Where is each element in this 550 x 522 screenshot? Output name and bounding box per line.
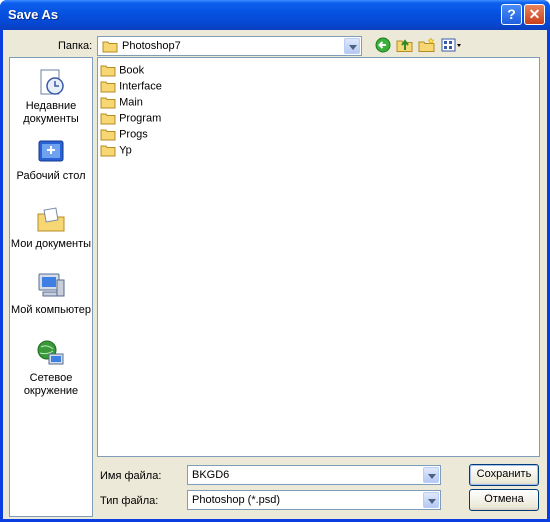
help-button[interactable]: ? — [501, 4, 522, 25]
filename-label: Имя файла: — [100, 470, 162, 482]
save-button[interactable]: Сохранить — [469, 464, 539, 486]
folder-icon — [100, 129, 116, 141]
folder-icon — [100, 145, 116, 157]
cancel-button[interactable]: Отмена — [469, 489, 539, 511]
folder-icon — [100, 81, 116, 93]
views-icon[interactable] — [441, 37, 463, 53]
places-bar: Недавние документы Рабочий стол Мои доку… — [9, 57, 93, 517]
places-label: Рабочий стол — [16, 170, 86, 182]
dialog-body: Папка: Photoshop7 Недавние документы Раб… — [3, 30, 547, 519]
folder-icon — [100, 97, 116, 109]
folder-item[interactable]: Main — [100, 96, 143, 112]
filetype-value: Photoshop (*.psd) — [192, 494, 281, 506]
filename-dropdown-button[interactable] — [423, 467, 439, 483]
look-in-label: Папка: — [58, 40, 93, 52]
folder-item[interactable]: Progs — [100, 128, 148, 144]
folder-item[interactable]: Yp — [100, 144, 132, 160]
filename-value: BKGD6 — [192, 469, 230, 481]
close-button[interactable]: ✕ — [524, 4, 545, 25]
recent-documents-icon — [40, 69, 64, 95]
places-recent-documents[interactable]: Недавние документы — [10, 66, 92, 126]
new-folder-icon[interactable] — [418, 37, 436, 53]
places-network[interactable]: Сетевое окружение — [10, 338, 92, 398]
filetype-select[interactable]: Photoshop (*.psd) — [187, 490, 441, 510]
places-label: Сетевое окружение — [23, 372, 79, 397]
folder-item[interactable]: Program — [100, 112, 161, 128]
folder-item[interactable]: Interface — [100, 80, 162, 96]
window-title: Save As — [8, 7, 59, 22]
look-in-dropdown-button[interactable] — [344, 38, 360, 54]
up-folder-icon[interactable] — [396, 37, 414, 53]
folder-icon — [100, 65, 116, 77]
filetype-dropdown-button[interactable] — [423, 492, 439, 508]
places-label: Мой компьютер — [10, 304, 92, 316]
folder-icon — [100, 113, 116, 125]
places-my-documents[interactable]: Мои документы — [10, 204, 92, 251]
folder-item[interactable]: Book — [100, 64, 144, 80]
filetype-label: Тип файла: — [100, 495, 159, 507]
file-list[interactable]: Book Interface Main Program Progs Yp — [97, 57, 540, 457]
places-label: Недавние документы — [23, 100, 79, 125]
places-label: Мои документы — [10, 238, 92, 250]
save-as-dialog: Save As ? ✕ Папка: Photoshop7 Недавние д… — [0, 0, 550, 522]
places-desktop[interactable]: Рабочий стол — [10, 136, 92, 183]
my-computer-icon — [38, 273, 65, 297]
filename-input[interactable]: BKGD6 — [187, 465, 441, 485]
my-documents-icon — [37, 207, 65, 232]
look-in-value: Photoshop7 — [122, 40, 181, 52]
look-in-combo[interactable]: Photoshop7 — [97, 36, 362, 56]
back-icon[interactable] — [375, 37, 393, 53]
places-my-computer[interactable]: Мой компьютер — [10, 270, 92, 317]
title-bar[interactable]: Save As ? ✕ — [0, 0, 550, 30]
desktop-icon — [38, 140, 64, 162]
network-places-icon — [37, 340, 64, 365]
folder-icon — [102, 41, 118, 53]
